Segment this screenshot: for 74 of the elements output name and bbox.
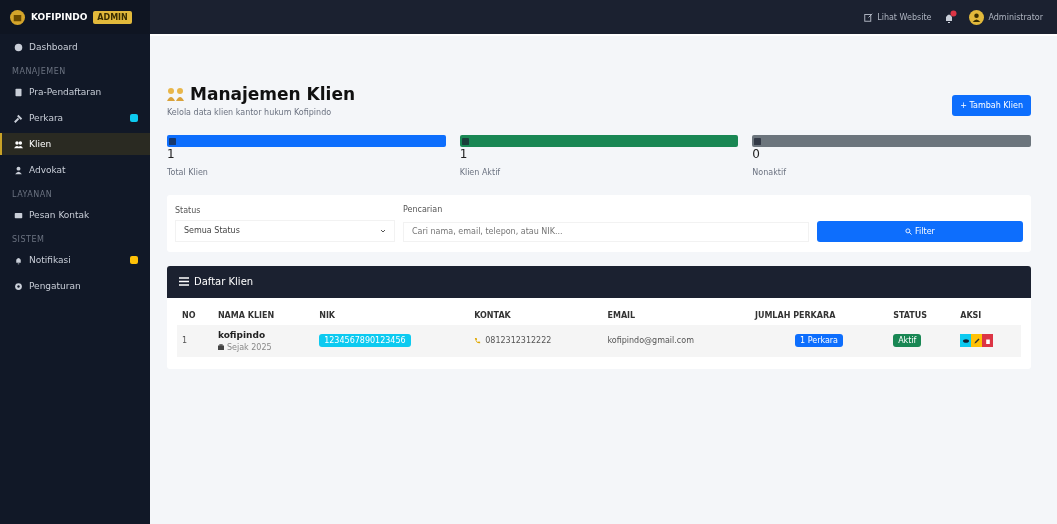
sidebar-item[interactable]: Notifikasi [0, 249, 150, 271]
stat-label: Nonaktif [752, 168, 788, 177]
sidebar-item[interactable]: Pengaturan [0, 275, 150, 297]
brand-name: KOFIPINDO [31, 12, 88, 22]
user-icon [14, 165, 23, 175]
delete-button[interactable] [982, 334, 994, 347]
edit-button[interactable] [971, 334, 983, 347]
sidebar-item[interactable]: Perkara [0, 107, 150, 129]
column-header: JUMLAH PERKARA [753, 309, 837, 322]
external-link-icon [864, 12, 874, 22]
bell-icon [14, 255, 23, 265]
stat-icon [169, 137, 176, 145]
column-header: NAMA KLIEN [216, 309, 276, 322]
table-cell: 1 [177, 324, 213, 357]
page-title: Manajemen Klien [190, 84, 356, 104]
status-badge: Aktif [893, 334, 922, 347]
client-name: kofipindo [217, 329, 267, 340]
briefcase-icon [217, 344, 224, 350]
logo-icon [10, 9, 25, 25]
add-client-button[interactable]: + Tambah Klien [952, 95, 1031, 116]
website-link[interactable]: Lihat Website [864, 12, 932, 22]
stat-label: Klien Aktif [459, 168, 502, 177]
view-button[interactable] [960, 334, 972, 347]
page-subtitle: Kelola data klien kantor hukum Kofipindo [167, 108, 333, 117]
trash-icon [984, 337, 991, 344]
avatar-icon[interactable] [969, 9, 985, 25]
stat-icon [754, 137, 762, 145]
sidebar-heading: SISTEM [11, 234, 46, 246]
search-icon [905, 227, 913, 235]
table-title: Daftar Klien [194, 276, 254, 287]
gavel-icon [14, 113, 23, 123]
stat-value: 1 [459, 148, 469, 160]
role-badge: ADMIN [93, 10, 132, 24]
phone-icon [474, 337, 482, 344]
case-count-badge: 1 Perkara [795, 334, 843, 347]
stat-icon [461, 137, 469, 145]
field-label: Status [175, 205, 202, 215]
users-icon [167, 87, 184, 101]
sidebar-item[interactable]: Klien [0, 133, 150, 155]
column-header: NIK [318, 309, 337, 322]
list-icon [179, 277, 189, 286]
sidebar-heading: LAYANAN [11, 189, 54, 201]
users-icon [14, 139, 23, 149]
nik-badge: 1234567890123456 [319, 334, 411, 347]
envelope-icon [14, 210, 23, 220]
table-cell: kofipindo@gmail.com [602, 324, 750, 357]
sidebar-item[interactable]: Pra-Pendaftaran [0, 81, 150, 103]
file-icon [14, 87, 23, 97]
column-header: KONTAK [473, 309, 512, 322]
status-select[interactable]: Semua Status [175, 219, 395, 242]
sidebar-item[interactable]: Dashboard [0, 36, 150, 58]
stat-value: 0 [752, 148, 761, 160]
notification-bell-icon[interactable] [943, 10, 958, 24]
filter-button[interactable]: Filter [817, 220, 1023, 242]
search-field[interactable]: Cari nama, email, telepon, atau NIK... [403, 221, 809, 242]
link-text: Lihat Website [877, 12, 932, 22]
user-menu[interactable]: Administrator [988, 12, 1043, 22]
stat-label: Total Klien [167, 168, 209, 177]
chevron-down-icon [380, 227, 386, 234]
stat-value: 1 [167, 148, 176, 160]
column-header: EMAIL [606, 309, 637, 322]
settings-icon [14, 281, 23, 291]
sidebar-item[interactable]: Pesan Kontak [0, 204, 150, 226]
phone-number: 0812312312222 [485, 336, 552, 345]
field-label: Pencarian [403, 205, 444, 214]
dashboard-icon [14, 42, 23, 52]
pencil-icon [973, 337, 980, 344]
eye-icon [962, 337, 969, 344]
column-header: STATUS [892, 309, 929, 322]
client-note: Sejak 2025 [226, 342, 272, 352]
column-header: NO [181, 309, 197, 322]
sidebar-item[interactable]: Advokat [0, 159, 150, 181]
column-header: AKSI [959, 309, 983, 322]
sidebar-heading: MANAJEMEN [11, 66, 67, 78]
